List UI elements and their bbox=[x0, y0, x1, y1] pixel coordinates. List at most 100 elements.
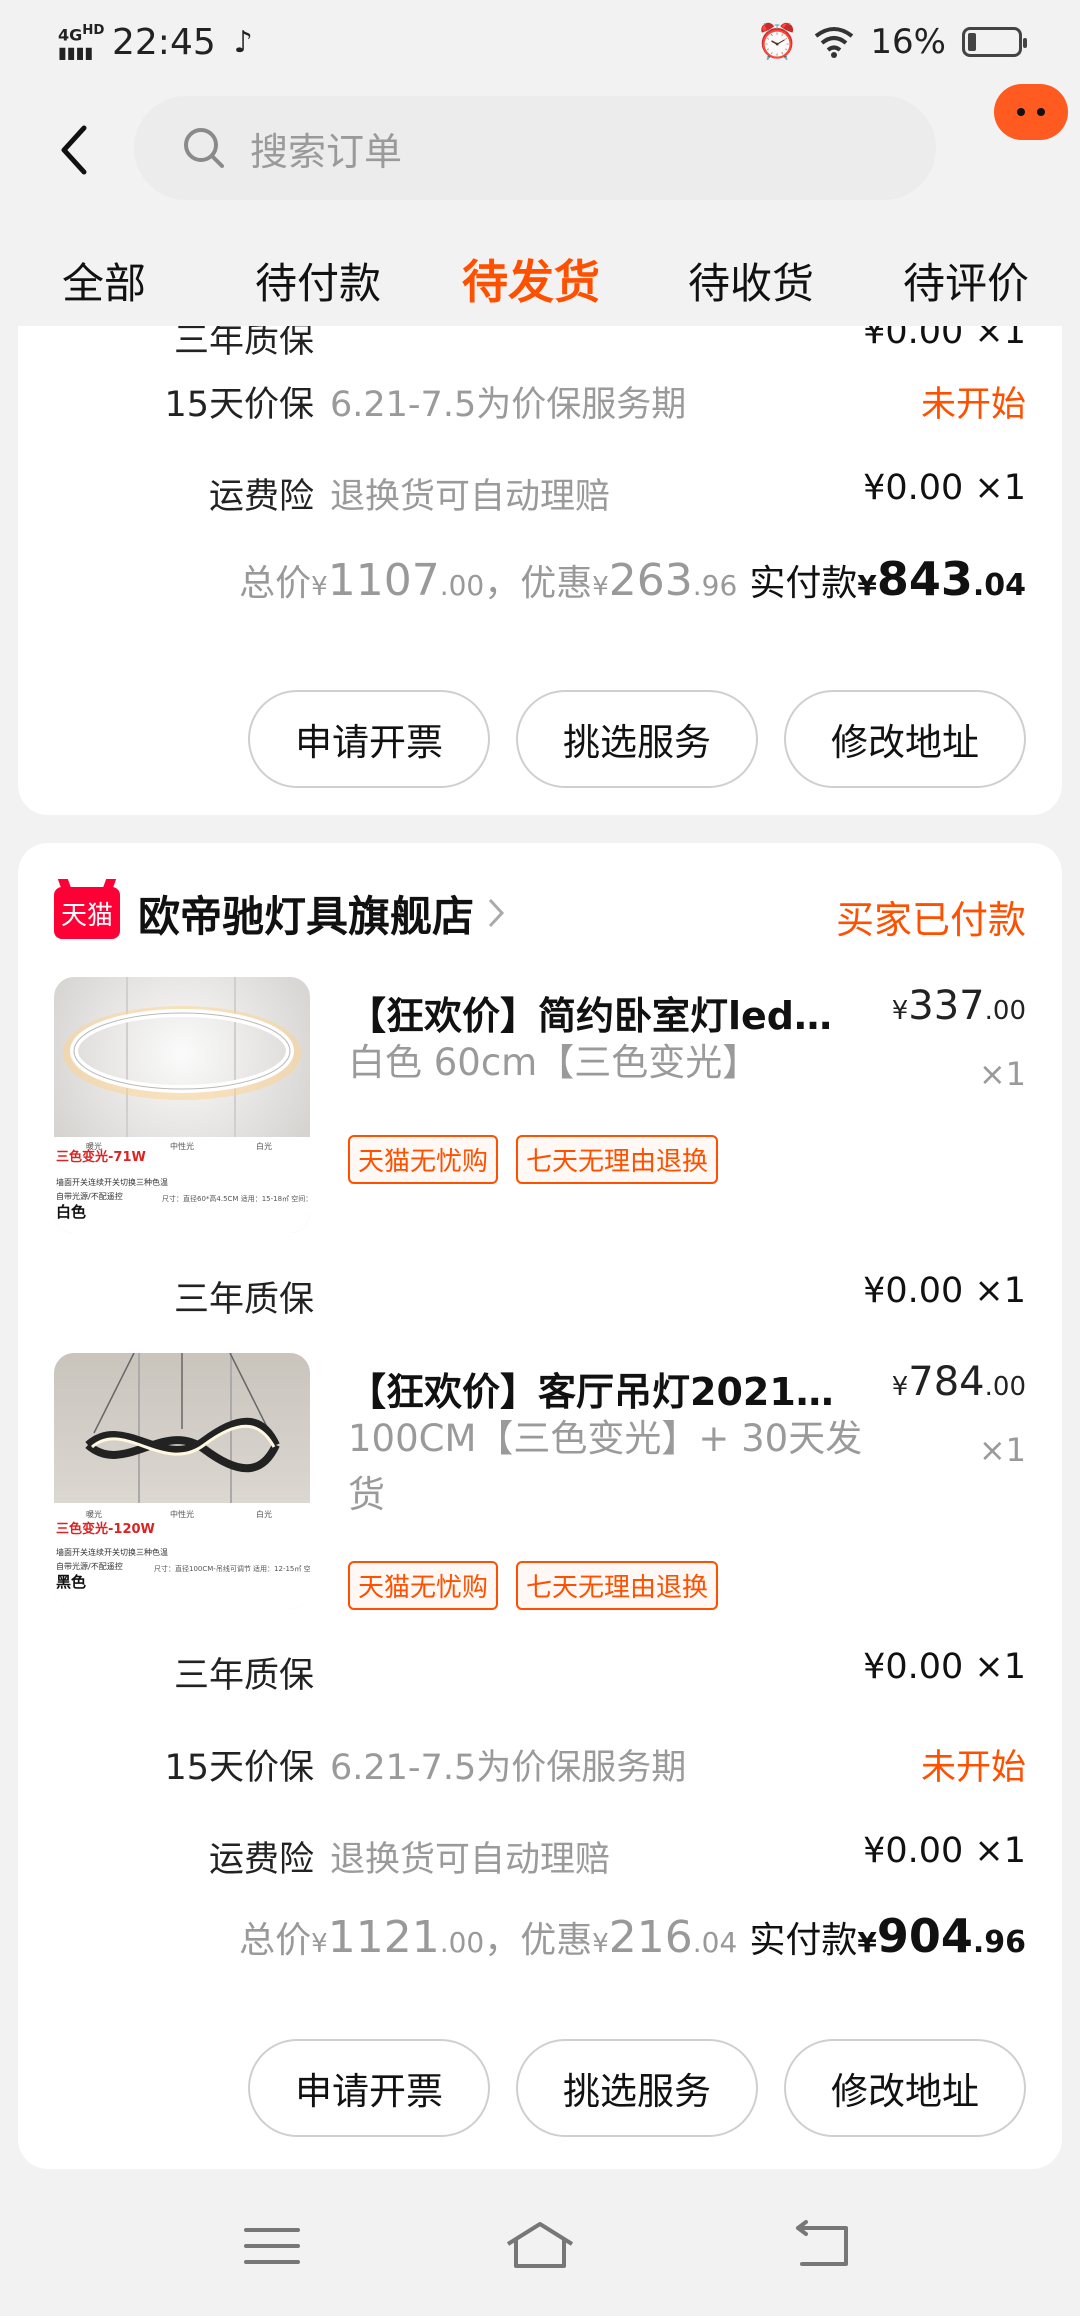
change-address-button[interactable]: 修改地址 bbox=[784, 690, 1026, 788]
price-protect-row[interactable]: 15天价保 6.21-7.5为价保服务期 未开始 bbox=[18, 370, 1062, 426]
change-address-button[interactable]: 修改地址 bbox=[784, 2039, 1026, 2137]
tab-pending-receipt[interactable]: 待收货 bbox=[688, 250, 814, 311]
order-tabs: 全部 待付款 待发货 待收货 待评价 bbox=[0, 230, 1080, 326]
alarm-icon: ⏰ bbox=[756, 22, 799, 62]
tab-pending-shipment[interactable]: 待发货 bbox=[462, 246, 600, 312]
product-title[interactable]: 【狂欢价】客厅吊灯2021新款 bbox=[348, 1361, 868, 1416]
menu-icon[interactable] bbox=[232, 2216, 312, 2276]
price-protect-label: 15天价保 bbox=[164, 385, 314, 425]
request-invoice-button[interactable]: 申请开票 bbox=[248, 2039, 490, 2137]
image-color-label: 黑色 bbox=[56, 1573, 86, 1591]
price-protect-label: 15天价保 bbox=[164, 1748, 314, 1788]
order-list[interactable]: 三年质保 ¥0.00 ×1 15天价保 6.21-7.5为价保服务期 未开始 运… bbox=[0, 326, 1080, 2176]
message-bubble-icon[interactable] bbox=[994, 84, 1068, 140]
clock: 22:45 bbox=[112, 21, 216, 63]
service-tag: 七天无理由退换 bbox=[516, 1135, 719, 1184]
price-protect-status: 未开始 bbox=[920, 385, 1026, 425]
order-actions: 申请开票 挑选服务 修改地址 bbox=[248, 690, 1026, 788]
tab-pending-review[interactable]: 待评价 bbox=[903, 250, 1029, 311]
home-icon[interactable] bbox=[500, 2216, 580, 2276]
price-amount: 337 bbox=[908, 983, 985, 1029]
header: 搜索订单 bbox=[0, 84, 1080, 214]
product-image[interactable]: 暖光 中性光 白光 三色变光-71W 墙面开关连续开关切换三种色温 自带光源/不配遥… bbox=[54, 977, 310, 1233]
image-text: 自带光源/不配遥控 bbox=[56, 1191, 123, 1201]
currency-symbol: ¥ bbox=[891, 1372, 909, 1402]
chevron-right-icon bbox=[488, 898, 505, 928]
total-amount: 1107 bbox=[327, 555, 440, 606]
order-actions: 申请开票 挑选服务 修改地址 bbox=[248, 2039, 1026, 2137]
discount-decimal: .96 bbox=[692, 569, 738, 602]
warranty-value: ¥0.00 ×1 bbox=[863, 1647, 1026, 1687]
currency-symbol: ¥ bbox=[592, 1929, 609, 1959]
currency-symbol: ¥ bbox=[311, 1929, 328, 1959]
product-sku: 100CM【三色变光】+ 30天发货 bbox=[348, 1417, 863, 1516]
shop-header[interactable]: 天猫 欧帝驰灯具旗舰店 bbox=[54, 883, 506, 943]
order-totals: 总价 ¥ 1121 .00 ，优惠 ¥ 216 .04 实付款 ¥ 904 .9… bbox=[239, 1909, 1026, 1969]
product-price: ¥784.00 bbox=[892, 1359, 1026, 1405]
select-service-button[interactable]: 挑选服务 bbox=[516, 2039, 758, 2137]
discount-label: ，优惠 bbox=[484, 563, 593, 604]
discount-label: ，优惠 bbox=[484, 1920, 593, 1961]
shipping-insurance-label: 运费险 bbox=[208, 477, 314, 517]
paid-amount: 904 bbox=[876, 1909, 973, 1963]
service-tag: 天猫无忧购 bbox=[348, 1561, 499, 1610]
paid-decimal: .96 bbox=[972, 1925, 1026, 1960]
image-spec-text: 尺寸：直径60*高4.5CM 适用：15-18㎡ 空间：卧室/书房 bbox=[162, 1194, 310, 1203]
order-card: 三年质保 ¥0.00 ×1 15天价保 6.21-7.5为价保服务期 未开始 运… bbox=[18, 326, 1062, 815]
discount-amount: 216 bbox=[608, 1912, 693, 1963]
tab-all[interactable]: 全部 bbox=[62, 250, 146, 311]
image-text: 自带光源/不配遥控 bbox=[56, 1561, 123, 1571]
shipping-insurance-label: 运费险 bbox=[208, 1840, 314, 1880]
currency-symbol: ¥ bbox=[891, 996, 909, 1026]
back-nav-icon[interactable] bbox=[782, 2216, 862, 2276]
discount-decimal: .04 bbox=[692, 1926, 738, 1959]
search-input[interactable]: 搜索订单 bbox=[134, 96, 936, 200]
warranty-label: 三年质保 bbox=[173, 1280, 314, 1320]
shipping-insurance-row[interactable]: 运费险 退换货可自动理赔 ¥0.00 ×1 bbox=[18, 1825, 1062, 1881]
currency-symbol: ¥ bbox=[311, 572, 328, 602]
warranty-row[interactable]: 三年质保 ¥0.00 ×1 bbox=[18, 1265, 1062, 1321]
shipping-insurance-value: ¥0.00 ×1 bbox=[863, 1831, 1026, 1871]
image-text: 墙面开关连续开关切换三种色温 bbox=[56, 1177, 168, 1187]
service-tags: 天猫无忧购 七天无理由退换 bbox=[348, 1561, 719, 1610]
total-label: 总价 bbox=[239, 1920, 312, 1961]
product-title[interactable]: 【狂欢价】简约卧室灯led吸顶灯 bbox=[348, 985, 868, 1040]
price-decimal: .00 bbox=[984, 996, 1026, 1026]
shipping-insurance-desc: 退换货可自动理赔 bbox=[330, 477, 611, 517]
system-nav-bar bbox=[0, 2176, 1080, 2316]
back-button[interactable] bbox=[50, 120, 100, 180]
request-invoice-button[interactable]: 申请开票 bbox=[248, 690, 490, 788]
paid-label: 实付款 bbox=[749, 563, 858, 604]
select-service-button[interactable]: 挑选服务 bbox=[516, 690, 758, 788]
currency-symbol: ¥ bbox=[857, 1926, 877, 1959]
product-sku: 白色 60cm【三色变光】 bbox=[348, 1041, 760, 1084]
price-protect-row[interactable]: 15天价保 6.21-7.5为价保服务期 未开始 bbox=[18, 1733, 1062, 1789]
shipping-insurance-value: ¥0.00 ×1 bbox=[863, 468, 1026, 508]
total-label: 总价 bbox=[239, 563, 312, 604]
warranty-label: 三年质保 bbox=[173, 326, 314, 361]
price-protect-status: 未开始 bbox=[920, 1748, 1026, 1788]
shipping-insurance-desc: 退换货可自动理赔 bbox=[330, 1840, 611, 1880]
total-decimal: .00 bbox=[439, 569, 485, 602]
search-icon bbox=[184, 128, 224, 168]
tiktok-icon: ♪ bbox=[233, 24, 253, 60]
status-bar: 4GHD ▮▮▮▮ 22:45 ♪ ⏰ 16% bbox=[0, 0, 1080, 84]
product-price: ¥337.00 bbox=[892, 983, 1026, 1029]
service-tag: 天猫无忧购 bbox=[348, 1135, 499, 1184]
total-decimal: .00 bbox=[439, 1926, 485, 1959]
battery-icon bbox=[962, 27, 1027, 57]
service-tag: 七天无理由退换 bbox=[516, 1561, 719, 1610]
network-indicator: 4GHD ▮▮▮▮ bbox=[58, 22, 105, 63]
paid-amount: 843 bbox=[876, 552, 973, 606]
shipping-insurance-row[interactable]: 运费险 退换货可自动理赔 ¥0.00 ×1 bbox=[18, 462, 1062, 518]
wifi-icon bbox=[815, 27, 854, 58]
warranty-value: ¥0.00 ×1 bbox=[863, 326, 1026, 352]
product-quantity: ×1 bbox=[978, 1431, 1026, 1469]
currency-symbol: ¥ bbox=[592, 572, 609, 602]
warranty-label: 三年质保 bbox=[173, 1656, 314, 1696]
total-amount: 1121 bbox=[327, 1912, 440, 1963]
warranty-row[interactable]: 三年质保 ¥0.00 ×1 bbox=[18, 1641, 1062, 1697]
tab-pending-payment[interactable]: 待付款 bbox=[255, 250, 381, 311]
price-decimal: .00 bbox=[984, 1372, 1026, 1402]
product-image[interactable]: 暖光 中性光 白光 三色变光-120W 墙面开关连续开关切换三种色温 自带光源/不配… bbox=[54, 1353, 310, 1609]
